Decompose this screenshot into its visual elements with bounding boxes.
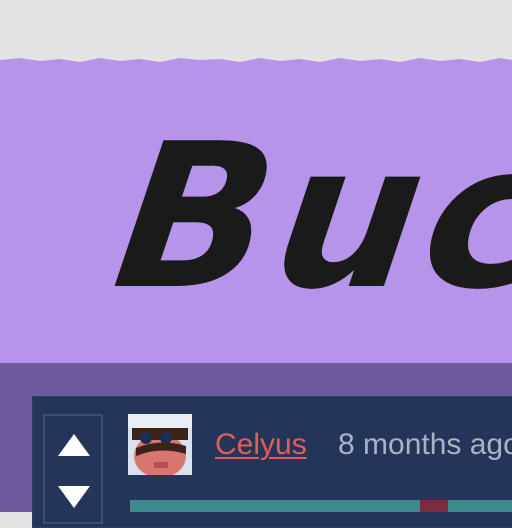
avatar[interactable] (128, 414, 192, 475)
upvote-arrow-icon (58, 434, 90, 456)
comment-embed-accent (420, 500, 448, 512)
vote-controls (43, 414, 103, 524)
avatar-icon (128, 414, 192, 475)
header-banner: Buc (0, 58, 512, 363)
downvote-button[interactable] (56, 482, 92, 512)
comment-timestamp: 8 months ago (338, 428, 512, 461)
comment-author-link[interactable]: Celyus (215, 427, 307, 463)
upvote-button[interactable] (56, 430, 92, 460)
banner-title: Buc (103, 101, 512, 334)
page-top-strip (0, 0, 512, 62)
banner-rough-edge (0, 58, 512, 62)
comment-embed-preview (130, 500, 512, 512)
downvote-arrow-icon (58, 486, 90, 508)
